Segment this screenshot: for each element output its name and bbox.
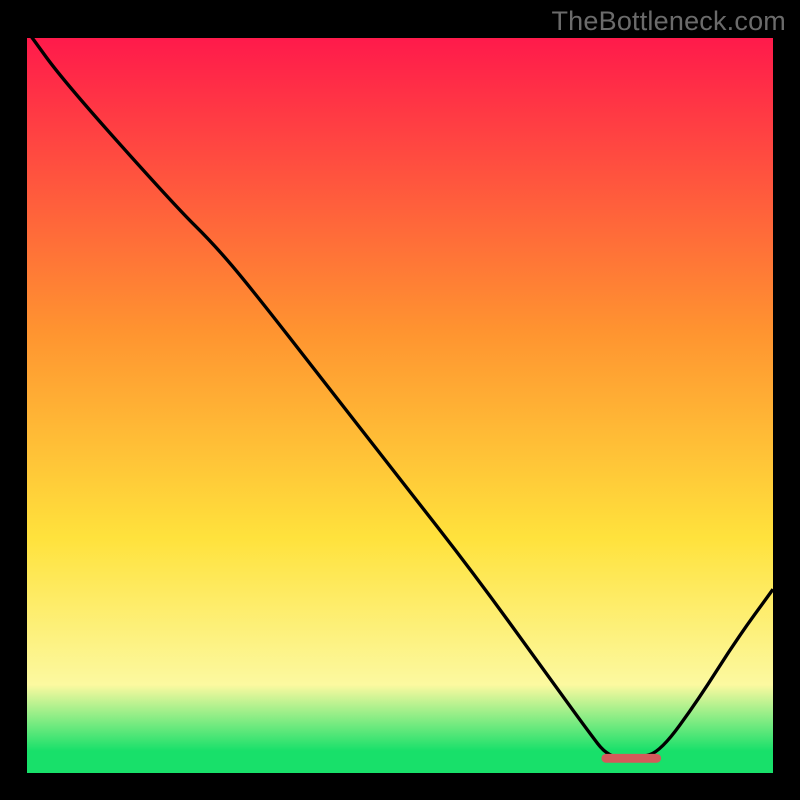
chart-svg bbox=[27, 38, 773, 773]
chart-plot-area bbox=[27, 38, 773, 773]
optimal-range-marker bbox=[601, 754, 661, 763]
watermark-text: TheBottleneck.com bbox=[551, 6, 786, 37]
chart-background-gradient bbox=[27, 38, 773, 773]
